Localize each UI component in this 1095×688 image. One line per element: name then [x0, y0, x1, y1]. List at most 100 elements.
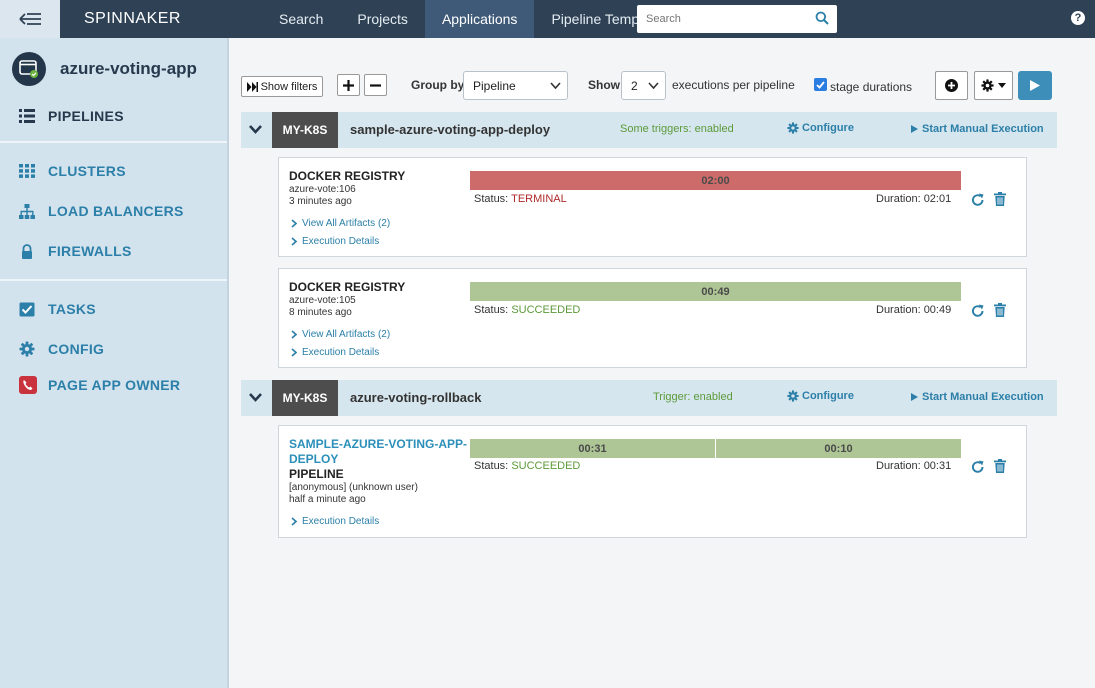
chevron-right-icon: [291, 348, 297, 357]
sidebar-item-load-balancers[interactable]: LOAD BALANCERS: [0, 191, 227, 231]
stage-durations-checkbox[interactable]: [814, 78, 827, 91]
brand-logo[interactable]: SPINNAKER: [60, 10, 262, 28]
help-icon[interactable]: ?: [1071, 11, 1085, 25]
search-icon[interactable]: [815, 11, 829, 25]
view-artifacts-link[interactable]: View All Artifacts (2): [291, 329, 390, 340]
triggers-status[interactable]: Some triggers: enabled: [620, 123, 734, 135]
rerun-icon[interactable]: [971, 193, 985, 207]
play-icon: [1030, 80, 1040, 91]
sidebar-item-firewalls[interactable]: FIREWALLS: [0, 231, 227, 271]
execution-duration: Duration: 00:31: [876, 460, 952, 472]
start-manual-execution-link[interactable]: Start Manual Execution: [911, 391, 1044, 403]
sidebar-item-label: LOAD BALANCERS: [48, 203, 184, 219]
app-header: azure-voting-app: [0, 38, 227, 100]
show-filters-button[interactable]: Show filters: [241, 76, 323, 97]
lock-icon: [22, 243, 32, 259]
stage-segment[interactable]: 00:31: [470, 439, 715, 458]
minus-icon: [370, 83, 381, 87]
execution-time-ago: 8 minutes ago: [289, 307, 352, 318]
stage-durations-label[interactable]: stage durations: [830, 80, 912, 94]
status-label: Status:: [474, 193, 509, 205]
parent-pipeline-link[interactable]: DEPLOY: [289, 452, 338, 466]
chevron-down-icon[interactable]: [249, 393, 262, 402]
collapse-all-button[interactable]: [364, 74, 387, 96]
chevron-right-icon: [291, 517, 297, 526]
execution-details-label: Execution Details: [302, 347, 380, 358]
execution-details-label: Execution Details: [302, 236, 380, 247]
execution-time-ago: 3 minutes ago: [289, 196, 352, 207]
sidebar-item-label: PIPELINES: [48, 108, 124, 124]
status-value: SUCCEEDED: [511, 304, 581, 316]
gear-icon: [787, 122, 799, 134]
per-pipeline-label: executions per pipeline: [672, 78, 795, 92]
pipeline-actions-dropdown[interactable]: [974, 71, 1013, 100]
execution-details-link[interactable]: Execution Details: [291, 236, 379, 247]
sitemap-icon: [19, 203, 35, 219]
execution-duration: Duration: 02:01: [876, 193, 952, 205]
sidebar-item-tasks[interactable]: TASKS: [0, 289, 227, 329]
stage-segment[interactable]: 00:49: [470, 282, 961, 301]
view-artifacts-link[interactable]: View All Artifacts (2): [291, 218, 390, 229]
status-value: TERMINAL: [511, 193, 567, 205]
executions-count-select[interactable]: 2: [621, 71, 666, 100]
search-input[interactable]: [637, 6, 807, 32]
pipeline-group-header: MY-K8S azure-voting-rollback Trigger: en…: [241, 380, 1057, 416]
create-pipeline-button[interactable]: [935, 71, 968, 100]
nav-applications[interactable]: Applications: [424, 0, 535, 38]
execution-details-link[interactable]: Execution Details: [291, 347, 379, 358]
sidebar-item-label: CONFIG: [48, 341, 105, 357]
check-icon: [816, 80, 825, 89]
run-pipeline-button[interactable]: [1018, 71, 1052, 100]
expand-all-button[interactable]: [337, 74, 360, 96]
triggers-status[interactable]: Trigger: enabled: [653, 391, 733, 403]
nav-search[interactable]: Search: [262, 0, 340, 38]
trash-icon[interactable]: [994, 303, 1006, 317]
configure-link[interactable]: Configure: [787, 390, 854, 402]
sidebar-item-page-app-owner[interactable]: PAGE APP OWNER: [0, 369, 227, 401]
list-icon: [19, 109, 35, 123]
configure-label: Configure: [802, 122, 854, 134]
nav-projects[interactable]: Projects: [340, 0, 425, 38]
pipeline-group-header: MY-K8S sample-azure-voting-app-deploy So…: [241, 112, 1057, 148]
grid-icon: [19, 164, 35, 178]
account-badge: MY-K8S: [272, 380, 338, 416]
rerun-icon[interactable]: [971, 304, 985, 318]
execution-card: SAMPLE-AZURE-VOTING-APP- DEPLOY PIPELINE…: [278, 425, 1027, 538]
stage-segment[interactable]: 00:10: [716, 439, 961, 458]
trigger-image: azure-vote:106: [289, 184, 356, 195]
gear-icon: [787, 390, 799, 402]
parent-pipeline-link[interactable]: SAMPLE-AZURE-VOTING-APP-: [289, 437, 467, 451]
execution-details-link[interactable]: Execution Details: [291, 516, 379, 527]
configure-label: Configure: [802, 390, 854, 402]
stage-segment[interactable]: 02:00: [470, 171, 961, 190]
sidebar-item-pipelines[interactable]: PIPELINES: [0, 97, 227, 135]
rerun-icon[interactable]: [971, 460, 985, 474]
sidebar-item-config[interactable]: CONFIG: [0, 329, 227, 369]
sidebar-item-label: TASKS: [48, 301, 96, 317]
collapse-menu-button[interactable]: [0, 0, 60, 38]
trigger-type: DOCKER REGISTRY: [289, 169, 406, 183]
sidebar-item-clusters[interactable]: CLUSTERS: [0, 151, 227, 191]
trigger-image: azure-vote:105: [289, 295, 356, 306]
sidebar-item-label: PAGE APP OWNER: [48, 377, 181, 393]
configure-link[interactable]: Configure: [787, 122, 854, 134]
executions-toolbar: Show filters Group by Pipeline Show 2 ex…: [241, 71, 1081, 101]
group-by-select[interactable]: Pipeline: [463, 71, 568, 100]
show-filters-label: Show filters: [260, 80, 318, 93]
trash-icon[interactable]: [994, 192, 1006, 206]
chevron-down-icon[interactable]: [249, 125, 262, 134]
caret-down-icon: [998, 83, 1006, 88]
chevron-right-icon: [291, 219, 297, 228]
stage-duration-label: 00:31: [578, 442, 607, 455]
execution-status: Status: SUCCEEDED: [474, 304, 580, 316]
start-manual-execution-link[interactable]: Start Manual Execution: [911, 123, 1044, 135]
stage-duration-label: 00:10: [824, 442, 853, 455]
stage-bar: 02:00: [470, 171, 961, 190]
trash-icon[interactable]: [994, 459, 1006, 473]
execution-time-ago: half a minute ago: [289, 494, 366, 505]
trigger-user: [anonymous] (unknown user): [289, 482, 418, 493]
execution-card: DOCKER REGISTRY azure-vote:105 8 minutes…: [278, 268, 1027, 368]
stage-bar: 00:49: [470, 282, 961, 301]
group-by-label: Group by: [411, 78, 465, 92]
start-manual-execution-label: Start Manual Execution: [922, 123, 1044, 135]
